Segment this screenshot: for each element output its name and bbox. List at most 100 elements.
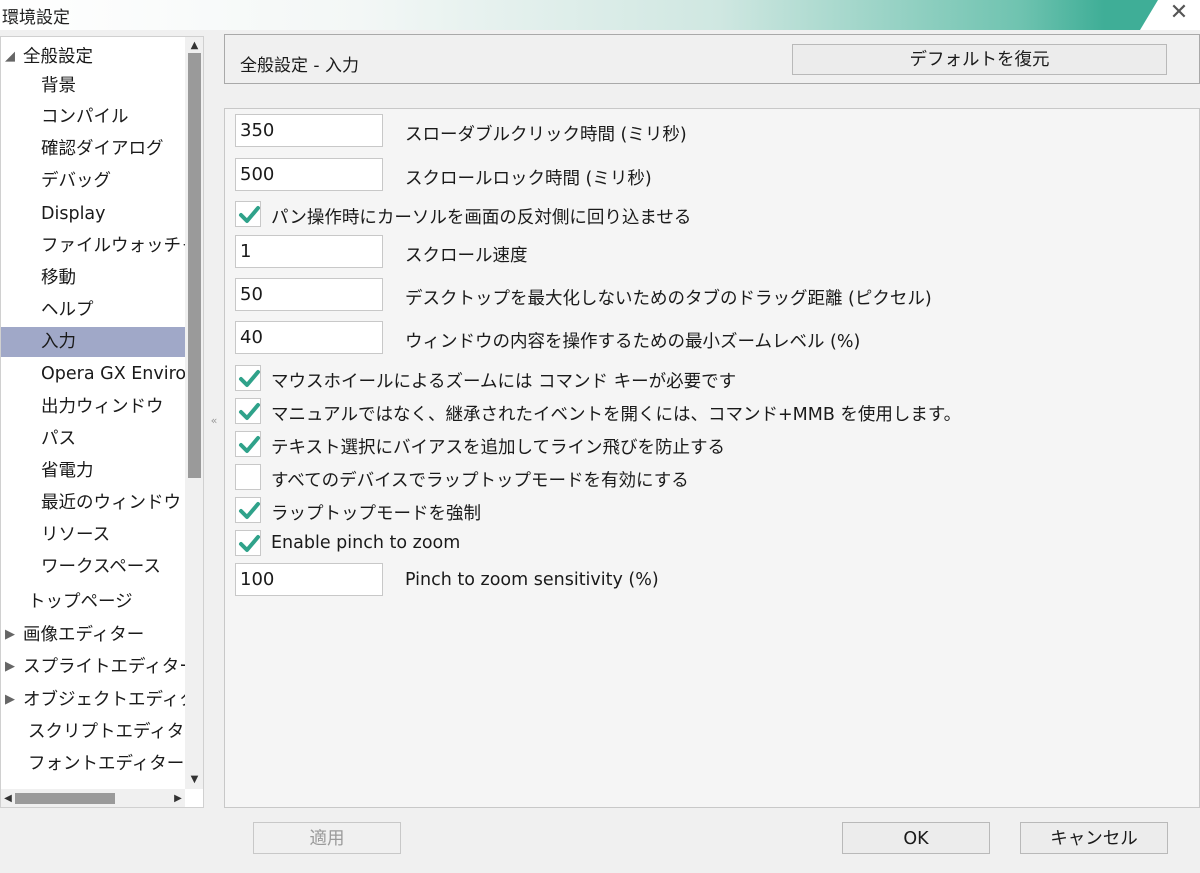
tree-item-label: リソース bbox=[41, 525, 111, 545]
tree-item[interactable]: 確認ダイアログ bbox=[1, 134, 185, 164]
checkmark-icon bbox=[239, 370, 260, 387]
settings-tree: ◢ 全般設定背景コンパイル確認ダイアログデバッグ Display ファイルウォッチャー… bbox=[0, 36, 204, 808]
setting-label: スクロール速度 bbox=[405, 246, 528, 266]
apply-button[interactable]: 適用 bbox=[253, 822, 401, 854]
tree-item[interactable]: パス bbox=[1, 424, 185, 454]
scroll-thumb[interactable] bbox=[188, 53, 201, 478]
checkmark-icon bbox=[239, 206, 260, 223]
number-input[interactable]: 50 bbox=[235, 278, 383, 311]
number-input[interactable]: 500 bbox=[235, 158, 383, 191]
scroll-right-icon[interactable]: ▶ bbox=[171, 789, 185, 807]
tree-item-label: デバッグ bbox=[41, 171, 111, 191]
checkbox-label[interactable]: パン操作時にカーソルを画面の反対側に回り込ませる bbox=[271, 204, 691, 229]
checkmark-icon bbox=[239, 502, 260, 519]
tree-item-label: スプライトエディター bbox=[23, 657, 185, 677]
tree-item[interactable]: デバッグ bbox=[1, 166, 185, 196]
tree-item[interactable]: コンパイル bbox=[1, 102, 185, 132]
setting-label: スクロールロック時間 (ミリ秒) bbox=[405, 169, 652, 189]
tree-item[interactable]: トップページ bbox=[1, 587, 185, 617]
setting-label: デスクトップを最大化しないためのタブのドラッグ距離 (ピクセル) bbox=[405, 289, 932, 309]
settings-content: 350 スローダブルクリック時間 (ミリ秒) 500 スクロールロック時間 (ミリ秒)… bbox=[224, 108, 1200, 808]
tree-item-label: 入力 bbox=[41, 332, 76, 352]
tree-item[interactable]: フォントエディター bbox=[1, 749, 185, 779]
setting-checkbox[interactable] bbox=[235, 464, 261, 490]
setting-label: スローダブルクリック時間 (ミリ秒) bbox=[405, 125, 687, 145]
tree-item[interactable]: 出力ウィンドウ bbox=[1, 392, 185, 422]
setting-checkbox[interactable] bbox=[235, 497, 261, 523]
checkmark-icon bbox=[239, 436, 260, 453]
tree-item-label: スクリプトエディター bbox=[28, 722, 185, 742]
setting-checkbox[interactable] bbox=[235, 530, 261, 556]
tree-item-label: ヘルプ bbox=[41, 300, 94, 320]
setting-checkbox[interactable] bbox=[235, 365, 261, 391]
number-input[interactable]: 40 bbox=[235, 321, 383, 354]
checkbox-label[interactable]: マウスホイールによるズームには コマンド キーが必要です bbox=[271, 368, 736, 393]
setting-label: Pinch to zoom sensitivity (%) bbox=[405, 570, 659, 590]
tree-item[interactable]: 最近のウィンドウ bbox=[1, 488, 185, 518]
scroll-down-icon[interactable]: ▼ bbox=[185, 773, 203, 787]
number-input[interactable]: 100 bbox=[235, 563, 383, 596]
setting-label: ウィンドウの内容を操作するための最小ズームレベル (%) bbox=[405, 332, 861, 352]
tree-item-label: オブジェクトエディター bbox=[23, 690, 185, 710]
checkmark-icon bbox=[239, 403, 260, 420]
scroll-up-icon[interactable]: ▲ bbox=[185, 39, 203, 53]
tree-item[interactable]: ワークスペース bbox=[1, 552, 185, 582]
hscroll-thumb[interactable] bbox=[15, 793, 115, 804]
checkbox-label[interactable]: マニュアルではなく、継承されたイベントを開くには、コマンド+MMB を使用します… bbox=[271, 401, 961, 426]
collapsed-arrow-icon[interactable]: ▶ bbox=[5, 685, 15, 715]
tree-item-label: 省電力 bbox=[41, 461, 94, 481]
checkbox-label[interactable]: ラップトップモードを強制 bbox=[271, 500, 481, 525]
tree-item-label: 出力ウィンドウ bbox=[41, 397, 164, 417]
setting-checkbox[interactable] bbox=[235, 398, 261, 424]
setting-checkbox[interactable] bbox=[235, 431, 261, 457]
tree-item[interactable]: ▶ オブジェクトエディター bbox=[1, 685, 185, 715]
tree-item-label: ワークスペース bbox=[41, 557, 161, 577]
tree-horizontal-scrollbar[interactable]: ◀ ▶ bbox=[1, 789, 185, 807]
cancel-button[interactable]: キャンセル bbox=[1020, 822, 1168, 854]
tree-item[interactable]: 省電力 bbox=[1, 456, 185, 486]
title-bar: 環境設定 ✕ bbox=[0, 0, 1200, 30]
tree-item[interactable]: ▶ 画像エディター bbox=[1, 620, 185, 650]
tree-item[interactable]: リソース bbox=[1, 520, 185, 550]
tree-item[interactable]: ▶ スプライトエディター bbox=[1, 652, 185, 682]
checkmark-icon bbox=[239, 535, 260, 552]
collapse-panel-icon[interactable]: « bbox=[207, 414, 221, 428]
checkbox-label[interactable]: Enable pinch to zoom bbox=[271, 533, 460, 553]
tree-item-label: 全般設定 bbox=[23, 47, 93, 67]
tree-item-label: 画像エディター bbox=[23, 625, 145, 645]
close-icon[interactable]: ✕ bbox=[1168, 2, 1190, 24]
setting-checkbox[interactable] bbox=[235, 201, 261, 227]
tree-item[interactable]: ◢ 全般設定 bbox=[1, 42, 185, 72]
tree-item-label: 確認ダイアログ bbox=[41, 139, 164, 159]
tree-item[interactable]: ヘルプ bbox=[1, 295, 185, 325]
tree-item[interactable]: 背景 bbox=[1, 71, 185, 101]
tree-item-label: コンパイル bbox=[41, 107, 129, 127]
restore-defaults-button[interactable]: デフォルトを復元 bbox=[792, 44, 1167, 75]
tree-item-label: 最近のウィンドウ bbox=[41, 493, 181, 513]
tree-item-label: Opera GX Environment bbox=[41, 364, 185, 384]
number-input[interactable]: 350 bbox=[235, 114, 383, 147]
window-title: 環境設定 bbox=[2, 8, 70, 28]
tree-item[interactable]: Opera GX Environment bbox=[1, 359, 185, 389]
tree-item[interactable]: Display bbox=[1, 199, 185, 229]
collapsed-arrow-icon[interactable]: ▶ bbox=[5, 620, 15, 650]
page-title: 全般設定 - 入力 bbox=[240, 56, 359, 76]
tree-item[interactable]: 入力 bbox=[1, 327, 185, 357]
tree-item-label: パス bbox=[41, 429, 76, 449]
tree-item[interactable]: スクリプトエディター bbox=[1, 717, 185, 747]
checkbox-label[interactable]: テキスト選択にバイアスを追加してライン飛びを防止する bbox=[271, 434, 725, 459]
tree-item-label: 背景 bbox=[41, 76, 76, 96]
tree-item[interactable]: 移動 bbox=[1, 263, 185, 293]
tree-item-label: ファイルウォッチャー bbox=[41, 236, 185, 256]
scroll-left-icon[interactable]: ◀ bbox=[1, 789, 15, 807]
page-header: 全般設定 - 入力 デフォルトを復元 bbox=[224, 34, 1200, 84]
expanded-arrow-icon[interactable]: ◢ bbox=[5, 42, 15, 72]
ok-button[interactable]: OK bbox=[842, 822, 990, 854]
checkbox-label[interactable]: すべてのデバイスでラップトップモードを有効にする bbox=[271, 467, 689, 492]
tree-item-label: Display bbox=[41, 204, 106, 224]
number-input[interactable]: 1 bbox=[235, 235, 383, 268]
tree-item-label: 移動 bbox=[41, 268, 76, 288]
tree-vertical-scrollbar[interactable]: ▲ ▼ bbox=[185, 37, 203, 789]
collapsed-arrow-icon[interactable]: ▶ bbox=[5, 652, 15, 682]
tree-item[interactable]: ファイルウォッチャー bbox=[1, 231, 185, 261]
